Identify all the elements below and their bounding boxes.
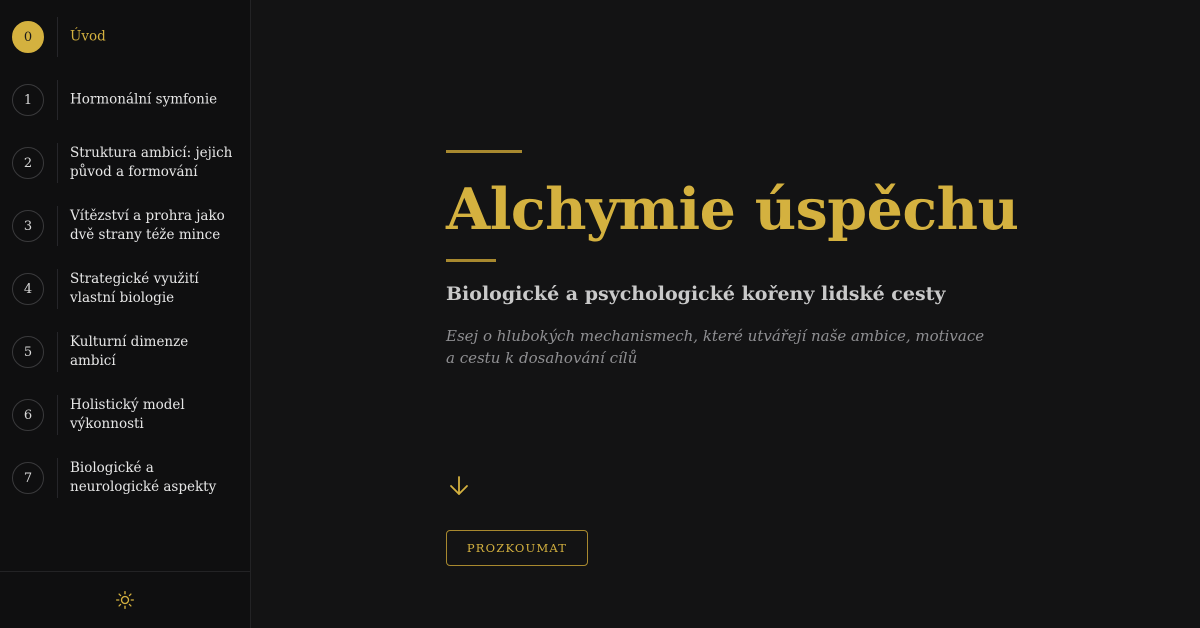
nav-item-uvod[interactable]: 0 Úvod — [0, 15, 250, 59]
nav-item-hormonalni-symfonie[interactable]: 1 Hormonální symfonie — [0, 78, 250, 122]
nav-divider — [57, 395, 58, 435]
nav-item-number: 0 — [12, 21, 44, 53]
nav-item-label: Úvod — [70, 28, 106, 45]
theme-toggle-button[interactable] — [114, 589, 136, 611]
nav-divider — [57, 269, 58, 309]
page-title: Alchymie úspěchu — [446, 176, 1019, 243]
nav-item-kulturni-dimenze[interactable]: 5 Kulturní dimenze ambicí — [0, 330, 250, 374]
subtitle-accent-rule — [446, 259, 496, 262]
nav-item-number: 1 — [12, 84, 44, 116]
nav-item-number: 4 — [12, 273, 44, 305]
nav-divider — [57, 17, 58, 57]
nav-item-number: 6 — [12, 399, 44, 431]
hero-section: Alchymie úspěchu Biologické a psychologi… — [251, 0, 1200, 628]
nav-item-number: 7 — [12, 462, 44, 494]
nav-divider — [57, 458, 58, 498]
nav-item-number: 5 — [12, 336, 44, 368]
arrow-down-icon — [450, 476, 468, 495]
nav-divider — [57, 332, 58, 372]
nav-divider — [57, 80, 58, 120]
title-accent-rule — [446, 150, 522, 153]
page-subtitle: Biologické a psychologické kořeny lidské… — [446, 283, 946, 305]
nav-item-label: Strategické využití vlastní biologie — [70, 271, 199, 306]
nav-item-number: 2 — [12, 147, 44, 179]
nav-item-label: Struktura ambicí: jejich původ a formová… — [70, 145, 233, 180]
nav-item-label: Biologické a neurologické aspekty — [70, 460, 217, 495]
sidebar-footer — [0, 571, 250, 628]
nav-divider — [57, 143, 58, 183]
nav-item-label: Hormonální symfonie — [70, 91, 218, 108]
nav-divider — [57, 206, 58, 246]
nav-item-holisticky-model[interactable]: 6 Holistický model výkonnosti — [0, 393, 250, 437]
nav-item-strategicke-vyuziti[interactable]: 4 Strategické využití vlastní biologie — [0, 267, 250, 311]
sun-icon — [116, 591, 134, 609]
nav-item-vitezstvi-a-prohra[interactable]: 3 Vítězství a prohra jako dvě strany též… — [0, 204, 250, 248]
nav-item-biologicke-aspekty[interactable]: 7 Biologické a neurologické aspekty — [0, 456, 250, 500]
nav-item-label: Holistický model výkonnosti — [70, 397, 185, 432]
sidebar: 0 Úvod 1 Hormonální symfonie 2 Struktura… — [0, 0, 251, 628]
explore-button[interactable]: PROZKOUMAT — [446, 530, 588, 566]
page-description: Esej o hlubokých mechanismech, které utv… — [446, 327, 985, 367]
nav-item-label: Kulturní dimenze ambicí — [70, 334, 189, 369]
nav-item-number: 3 — [12, 210, 44, 242]
nav-item-struktura-ambici[interactable]: 2 Struktura ambicí: jejich původ a formo… — [0, 141, 250, 185]
app: 0 Úvod 1 Hormonální symfonie 2 Struktura… — [0, 0, 1200, 628]
nav-item-label: Vítězství a prohra jako dvě strany téže … — [70, 208, 225, 243]
scroll-down-button[interactable] — [448, 474, 470, 498]
